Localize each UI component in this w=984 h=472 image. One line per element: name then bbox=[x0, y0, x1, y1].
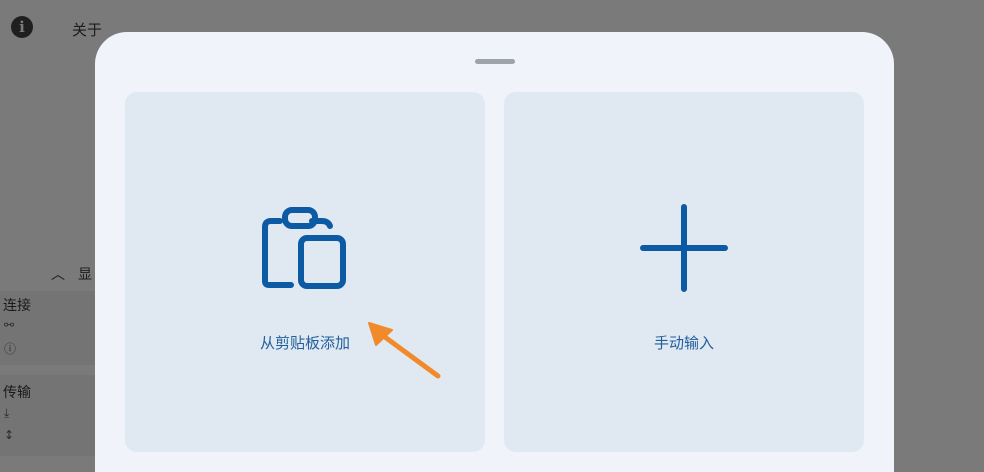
link-icon: ⚯ bbox=[4, 318, 15, 332]
connection-card: 连接 ⚯ ⓘ bbox=[0, 291, 98, 365]
manual-input-button[interactable]: 手动输入 bbox=[504, 92, 864, 452]
bottom-sheet: 从剪贴板添加 手动输入 bbox=[95, 32, 894, 472]
about-label: 关于 bbox=[72, 21, 103, 39]
transfer-card-title: 传输 bbox=[3, 385, 31, 401]
download-icon: ⤓ bbox=[4, 406, 10, 420]
clipboard-icon bbox=[262, 207, 346, 289]
connection-card-title: 连接 bbox=[3, 298, 31, 314]
manual-input-label: 手动输入 bbox=[653, 334, 714, 352]
drag-handle[interactable] bbox=[475, 59, 515, 64]
up-down-arrow-icon: ↕ bbox=[4, 428, 15, 442]
add-from-clipboard-button[interactable]: 从剪贴板添加 bbox=[125, 92, 485, 452]
info-icon[interactable]: i bbox=[11, 16, 33, 38]
chevron-up-icon: ︿ bbox=[51, 267, 65, 283]
plus-icon bbox=[640, 204, 728, 292]
transfer-card: 传输 ⤓ ↕ bbox=[0, 375, 98, 456]
annotation-arrow bbox=[368, 322, 441, 379]
info-outline-icon: ⓘ bbox=[4, 342, 17, 356]
section-title: 显 bbox=[78, 267, 92, 283]
